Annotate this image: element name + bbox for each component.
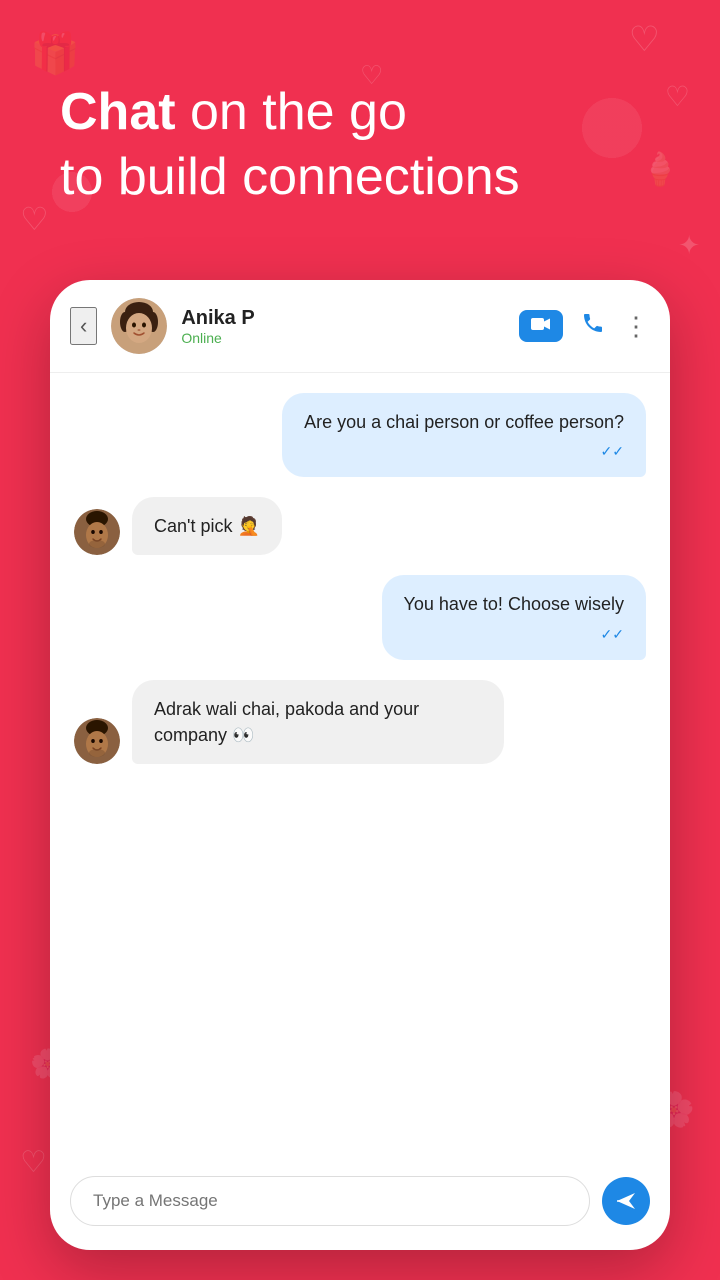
contact-info: Anika P Online (181, 307, 505, 346)
message-input[interactable] (70, 1176, 590, 1226)
message-text-2: Can't pick 🤦 (154, 516, 260, 536)
contact-status: Online (181, 330, 505, 346)
avatar-image (111, 298, 167, 354)
phone-icon[interactable] (581, 311, 605, 341)
message-ticks-1: ✓✓ (304, 441, 624, 461)
message-sent-3: You have to! Choose wisely ✓✓ (74, 575, 646, 659)
message-ticks-3: ✓✓ (404, 624, 624, 644)
tick-icon-3: ✓✓ (601, 624, 624, 644)
headline-line2: to build connections (60, 148, 520, 206)
doodle-icon: ♡ (20, 1145, 47, 1180)
bubble-received-2: Can't pick 🤦 (132, 497, 282, 555)
header-actions: ⋮ (519, 310, 650, 342)
sender-avatar-image-2 (74, 509, 120, 555)
message-sent-1: Are you a chai person or coffee person? … (74, 393, 646, 477)
headline: Chat on the go to build connections (60, 80, 660, 210)
message-text-4: Adrak wali chai, pakoda and your company… (154, 699, 419, 745)
doodle-icon: ♡ (665, 80, 690, 113)
headline-rest: on the go (176, 83, 407, 141)
send-icon (615, 1191, 637, 1211)
bubble-sent-3: You have to! Choose wisely ✓✓ (382, 575, 646, 659)
sender-avatar-2 (74, 509, 120, 555)
input-area (50, 1160, 670, 1250)
video-call-button[interactable] (519, 310, 563, 342)
doodle-icon: ♡ (629, 20, 660, 60)
bubble-received-4: Adrak wali chai, pakoda and your company… (132, 680, 504, 764)
tick-icon-1: ✓✓ (601, 441, 624, 461)
sender-avatar-image-4 (74, 718, 120, 764)
doodle-icon: ✦ (678, 230, 700, 261)
bubble-sent-1: Are you a chai person or coffee person? … (282, 393, 646, 477)
message-text-1: Are you a chai person or coffee person? (304, 412, 624, 432)
headline-bold: Chat (60, 83, 176, 141)
message-text-3: You have to! Choose wisely (404, 594, 624, 614)
back-button[interactable]: ‹ (70, 307, 97, 345)
doodle-icon: ♡ (20, 200, 49, 238)
chat-header: ‹ Anika P Online (50, 280, 670, 373)
video-icon (531, 317, 551, 336)
contact-name: Anika P (181, 307, 505, 330)
send-button[interactable] (602, 1177, 650, 1225)
header-text: Chat on the go to build connections (60, 80, 660, 210)
messages-area[interactable]: Are you a chai person or coffee person? … (50, 373, 670, 1160)
message-received-4: Adrak wali chai, pakoda and your company… (74, 680, 646, 764)
avatar (111, 298, 167, 354)
doodle-icon: 🎁 (30, 30, 80, 77)
chat-card: ‹ Anika P Online (50, 280, 670, 1250)
message-received-2: Can't pick 🤦 (74, 497, 646, 555)
more-options-icon[interactable]: ⋮ (623, 311, 650, 342)
sender-avatar-4 (74, 718, 120, 764)
